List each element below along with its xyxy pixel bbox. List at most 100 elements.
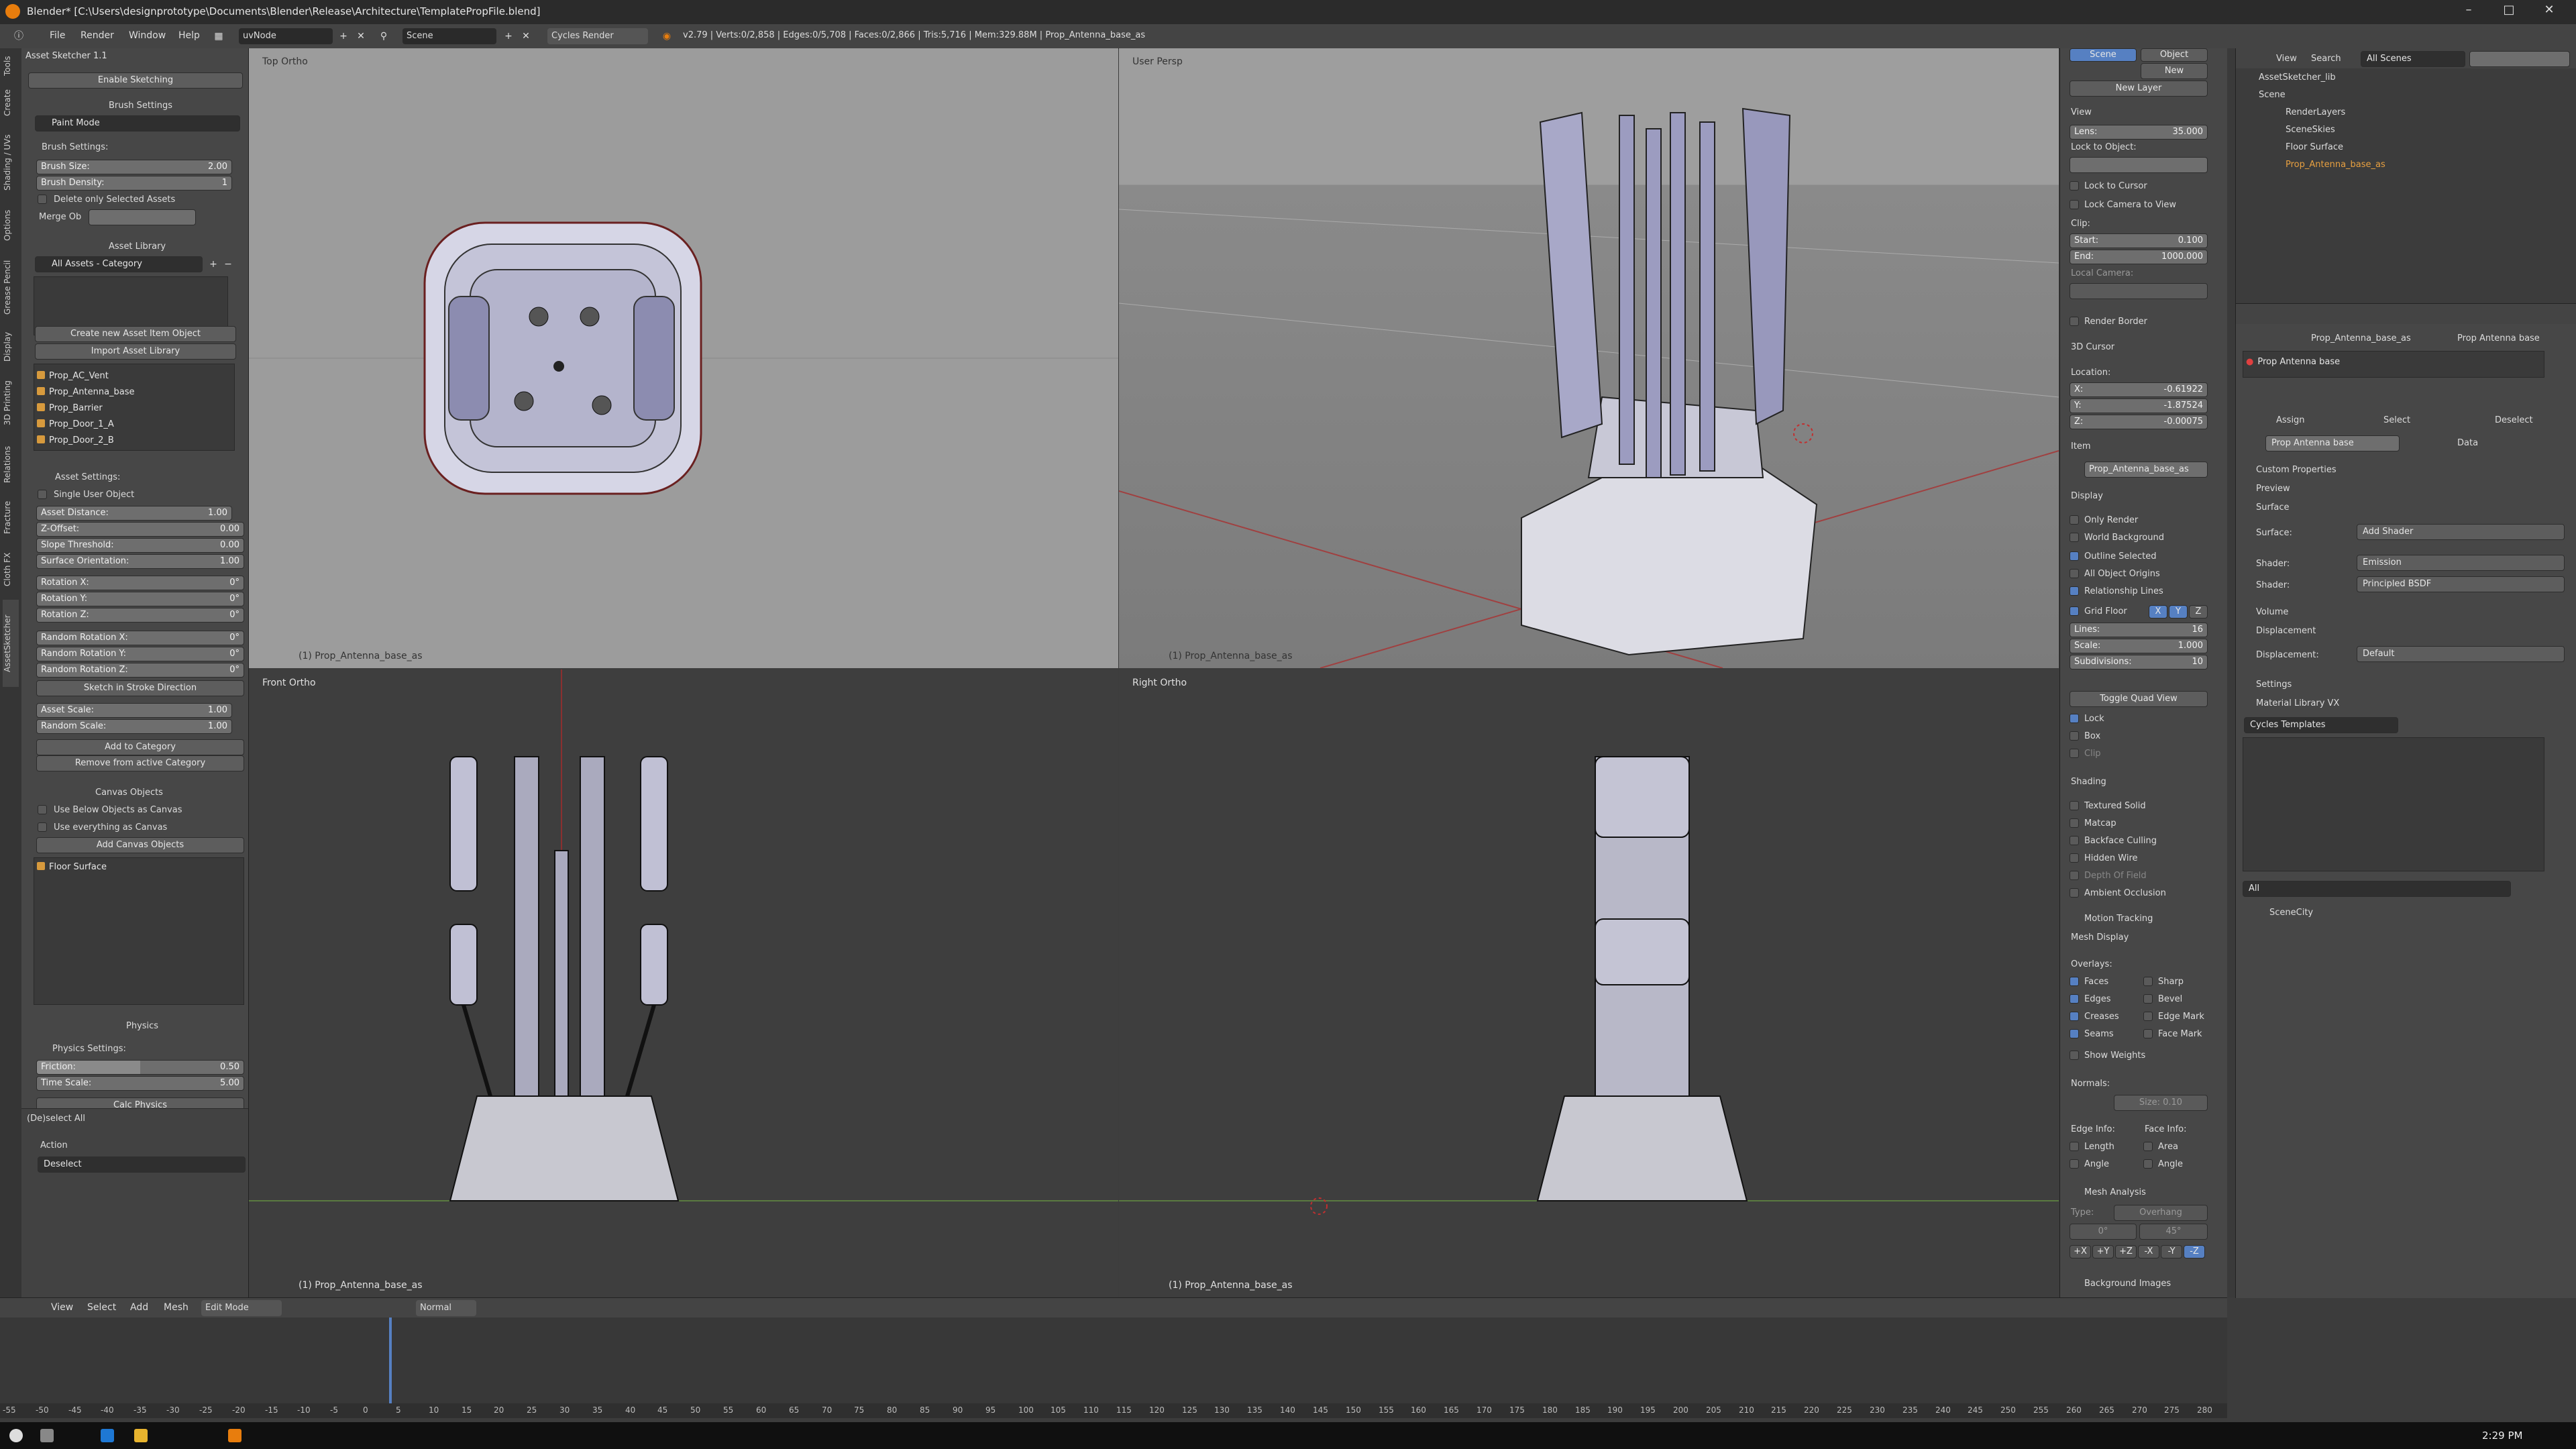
cursor-z-field[interactable]: Z: -0.00075 [2070, 415, 2208, 429]
render-engine-select[interactable]: Cycles Render [547, 28, 648, 44]
outliner-row[interactable]: Scene [2259, 90, 2286, 100]
subdivisions-field[interactable]: Subdivisions: 10 [2070, 655, 2208, 669]
analysis-min-field[interactable]: 0° [2070, 1224, 2137, 1240]
maximize-button[interactable]: □ [2496, 3, 2522, 20]
material-slot-list[interactable]: ● Prop Antenna base [2243, 351, 2544, 378]
category-select[interactable]: All Assets - Category [35, 256, 203, 272]
material-name-field[interactable]: Prop Antenna base [2265, 435, 2400, 451]
mode-select[interactable]: Edit Mode [201, 1300, 282, 1316]
axis-button[interactable]: +Z [2115, 1245, 2137, 1258]
viewport-right-ortho[interactable]: Right Ortho (1) Prop_Antenna_base_as [1119, 669, 2059, 1297]
import-asset-library-button[interactable]: Import Asset Library [35, 343, 236, 360]
add-to-category-button[interactable]: Add to Category [36, 739, 244, 755]
random-rotation-x-field[interactable]: Random Rotation X: 0° [36, 631, 244, 645]
shading-checkbox[interactable] [2070, 853, 2079, 863]
tab-shading-uvs[interactable]: Shading / UVs [3, 125, 19, 200]
edge-icon[interactable] [101, 1429, 114, 1442]
deselect-button[interactable]: Deselect [2495, 415, 2533, 425]
list-item[interactable]: Prop_AC_Vent [37, 371, 109, 386]
brush-density-field[interactable]: Brush Density: 1 [36, 176, 232, 191]
tab-scene[interactable]: Scene [2070, 48, 2137, 62]
displacement-select[interactable]: Default [2357, 646, 2565, 662]
editor-type-icon[interactable]: ⓘ [12, 30, 25, 43]
relationship-lines-checkbox[interactable] [2070, 586, 2079, 596]
view3d-menu-view[interactable]: View [51, 1302, 73, 1313]
tab-3d-printing[interactable]: 3D Printing [3, 372, 19, 435]
view3d-menu-mesh[interactable]: Mesh [164, 1302, 189, 1313]
tab-relations[interactable]: Relations [3, 439, 19, 490]
operator-title[interactable]: (De)select All [27, 1114, 85, 1124]
cursor-x-field[interactable]: X: -0.61922 [2070, 382, 2208, 397]
axis-button[interactable]: -X [2138, 1245, 2159, 1258]
outliner-menu-search[interactable]: Search [2311, 54, 2341, 64]
time-scale-field[interactable]: Time Scale: 5.00 [36, 1076, 244, 1091]
lock-camera-checkbox[interactable] [2070, 200, 2079, 209]
viewport-top-ortho[interactable]: Top Ortho (1) Prop_Antenna_base_as [249, 48, 1118, 668]
overlay-checkbox[interactable] [2143, 1029, 2153, 1038]
axis-button[interactable]: -Z [2184, 1245, 2205, 1258]
menu-window[interactable]: Window [129, 30, 166, 41]
material-library-list[interactable] [2243, 737, 2544, 871]
tab-display[interactable]: Display [3, 326, 19, 368]
shading-checkbox[interactable] [2070, 836, 2079, 845]
scene-field[interactable]: Scene [402, 28, 496, 44]
n-panel-scrollbar[interactable] [2227, 48, 2235, 1297]
shader1-select[interactable]: Emission [2357, 555, 2565, 571]
preview-section[interactable]: Preview [2256, 484, 2290, 494]
single-user-object-checkbox[interactable] [38, 490, 47, 499]
shading-section-title[interactable]: Shading [2071, 777, 2106, 787]
add-category-icon[interactable]: + [207, 258, 220, 271]
canvas-object-list[interactable]: Floor Surface [34, 857, 244, 1005]
orientation-select[interactable]: Normal [416, 1300, 476, 1316]
face-angle-checkbox[interactable] [2143, 1159, 2153, 1169]
outliner-menu-view[interactable]: View [2276, 54, 2297, 64]
blender-taskbar-icon[interactable] [228, 1429, 241, 1442]
list-item[interactable]: Prop_Barrier [37, 403, 103, 418]
analysis-type-select[interactable]: Overhang [2114, 1205, 2208, 1221]
face-area-checkbox[interactable] [2143, 1142, 2153, 1151]
new-button[interactable]: New [2141, 63, 2208, 79]
asset-distance-field[interactable]: Asset Distance: 1.00 [36, 506, 232, 521]
asset-scale-field[interactable]: Asset Scale: 1.00 [36, 703, 232, 718]
view3d-menu-add[interactable]: Add [130, 1302, 148, 1313]
asset-list[interactable]: Prop_AC_Vent Prop_Antenna_base Prop_Barr… [34, 364, 235, 451]
outliner-row-selected[interactable]: Prop_Antenna_base_as [2286, 160, 2385, 170]
tab-fracture[interactable]: Fracture [3, 494, 19, 541]
item-section-title[interactable]: Item [2071, 441, 2091, 451]
screen-layout-icon[interactable]: ▦ [212, 30, 225, 43]
create-new-asset-button[interactable]: Create new Asset Item Object [35, 326, 236, 342]
axis-x-toggle[interactable]: X [2149, 605, 2167, 619]
list-item[interactable]: ● Prop Antenna base [2246, 357, 2340, 372]
surface-shader-select[interactable]: Add Shader [2357, 524, 2565, 540]
motion-tracking-title[interactable]: Motion Tracking [2084, 914, 2153, 924]
list-item[interactable]: Prop_Door_1_A [37, 419, 114, 434]
quad-box-checkbox[interactable] [2070, 731, 2079, 741]
shading-checkbox[interactable] [2070, 801, 2079, 810]
custom-properties-section[interactable]: Custom Properties [2256, 465, 2337, 475]
menu-help[interactable]: Help [178, 30, 200, 41]
list-item[interactable]: Prop_Door_2_B [37, 435, 114, 450]
mesh-analysis-title[interactable]: Mesh Analysis [2084, 1187, 2146, 1197]
menu-render[interactable]: Render [80, 30, 114, 41]
scale-field[interactable]: Scale: 1.000 [2070, 639, 2208, 653]
only-render-checkbox[interactable] [2070, 515, 2079, 525]
assign-button[interactable]: Assign [2276, 415, 2305, 425]
remove-category-icon[interactable]: − [221, 258, 235, 271]
minimize-button[interactable]: – [2455, 3, 2482, 20]
random-rotation-z-field[interactable]: Random Rotation Z: 0° [36, 663, 244, 678]
outliner-row[interactable]: AssetSketcher_lib [2259, 72, 2336, 83]
overlay-checkbox[interactable] [2143, 994, 2153, 1004]
volume-section[interactable]: Volume [2256, 607, 2288, 617]
tab-object[interactable]: Object [2141, 48, 2208, 62]
view3d-menu-select[interactable]: Select [87, 1302, 116, 1313]
outliner-search-input[interactable] [2469, 51, 2570, 67]
explorer-icon[interactable] [134, 1429, 148, 1442]
start-icon[interactable] [9, 1429, 23, 1442]
item-name-field[interactable]: Prop_Antenna_base_as [2084, 462, 2208, 478]
remove-scene-icon[interactable]: ✕ [519, 30, 533, 43]
overlay-checkbox[interactable] [2143, 1012, 2153, 1021]
outliner-row[interactable]: Floor Surface [2286, 142, 2343, 152]
shading-checkbox[interactable] [2070, 871, 2079, 880]
axis-y-toggle[interactable]: Y [2169, 605, 2188, 619]
display-section-title[interactable]: Display [2071, 491, 2103, 501]
